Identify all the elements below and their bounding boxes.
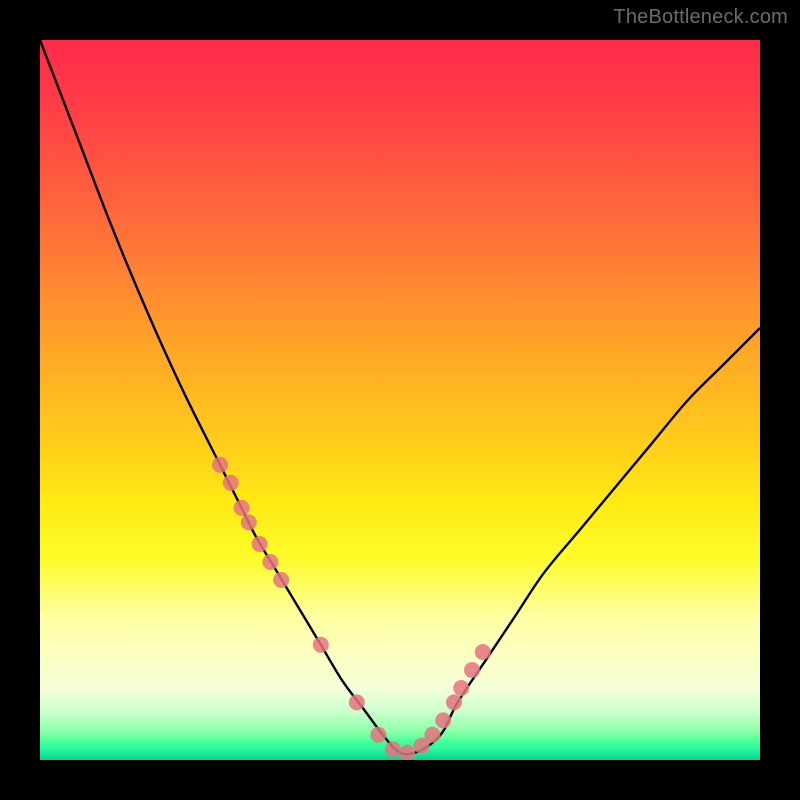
- highlight-dot: [453, 680, 469, 696]
- highlight-dot: [252, 536, 268, 552]
- highlight-dot: [349, 694, 365, 710]
- highlight-dot: [223, 475, 239, 491]
- bottleneck-curve-path: [40, 40, 760, 754]
- highlight-dot: [424, 727, 440, 743]
- highlight-dot: [435, 712, 451, 728]
- highlight-dot: [399, 745, 415, 760]
- plot-area: [40, 40, 760, 760]
- watermark-text: TheBottleneck.com: [613, 6, 788, 29]
- highlight-dot: [313, 637, 329, 653]
- highlight-dot: [241, 514, 257, 530]
- highlight-dots-group: [212, 457, 491, 760]
- highlight-dot: [234, 500, 250, 516]
- highlight-dot: [273, 572, 289, 588]
- chart-svg: [40, 40, 760, 760]
- highlight-dot: [385, 741, 401, 757]
- highlight-dot: [262, 554, 278, 570]
- highlight-dot: [446, 694, 462, 710]
- highlight-dot: [464, 662, 480, 678]
- highlight-dot: [370, 727, 386, 743]
- highlight-dot: [475, 644, 491, 660]
- highlight-dot: [212, 457, 228, 473]
